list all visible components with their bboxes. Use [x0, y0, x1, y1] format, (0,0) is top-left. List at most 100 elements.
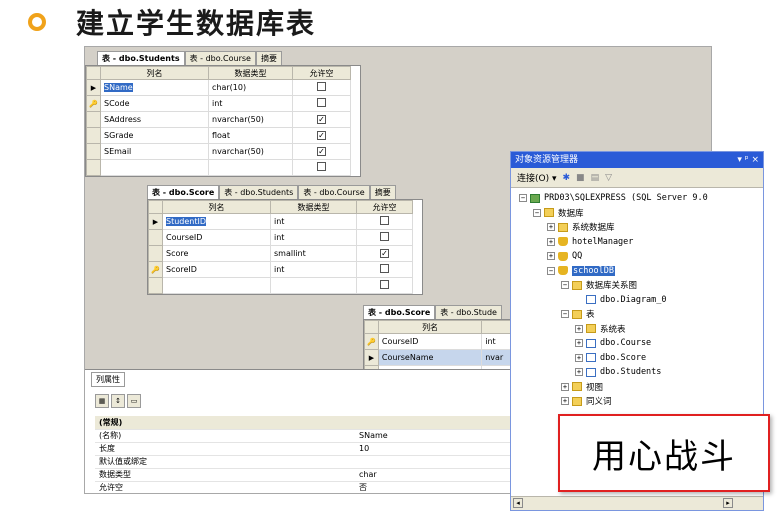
sort-alpha-icon[interactable]: ↕	[111, 394, 125, 408]
tree-node[interactable]: −folder 数据库	[511, 206, 763, 221]
row-selector-icon[interactable]: ▶	[148, 213, 163, 230]
table-row[interactable]: SAddress nvarchar(50) ✓	[86, 111, 351, 128]
tab-course[interactable]: 表 - dbo.Course	[184, 51, 256, 65]
allow-null-checkbox[interactable]: ✓	[317, 147, 326, 156]
tree-node-label[interactable]: 视图	[586, 381, 603, 393]
expand-icon[interactable]: +	[561, 382, 569, 391]
data-type-cell[interactable]: int	[270, 261, 357, 278]
refresh-icon[interactable]: ▤	[591, 173, 600, 183]
scroll-right-icon[interactable]: ▸	[723, 498, 733, 508]
expand-icon[interactable]: +	[575, 339, 583, 348]
column-name-cell[interactable]	[162, 277, 271, 294]
allow-null-checkbox[interactable]	[380, 232, 389, 241]
tab-course[interactable]: 表 - dbo.Course	[298, 185, 370, 199]
collapse-icon[interactable]: −	[561, 281, 569, 290]
tree-node-label[interactable]: PRD03\SQLEXPRESS (SQL Server 9.0	[544, 193, 708, 203]
tab-students[interactable]: 表 - dbo.Stude	[435, 305, 502, 319]
data-type-cell[interactable]: int	[270, 229, 357, 246]
allow-null-checkbox[interactable]	[317, 162, 326, 171]
table-row[interactable]	[86, 159, 351, 176]
row-selector-icon[interactable]: ▶	[364, 349, 379, 366]
tab-column-properties[interactable]: 列属性	[91, 372, 125, 387]
data-type-cell[interactable]	[208, 159, 293, 176]
allow-null-checkbox[interactable]: ✓	[317, 131, 326, 140]
table-row[interactable]: 🔑 ScoreID int	[148, 261, 413, 278]
tab-summary[interactable]: 摘要	[369, 185, 396, 199]
tree-node-label[interactable]: dbo.Course	[600, 338, 651, 348]
column-name-cell[interactable]: Score	[162, 245, 271, 262]
property-row[interactable]: 默认值或绑定	[95, 455, 515, 469]
column-name-cell[interactable]: CourseID	[162, 229, 271, 246]
expand-icon[interactable]: +	[547, 223, 555, 232]
expand-icon[interactable]: +	[547, 237, 555, 246]
data-type-cell[interactable]: float	[208, 127, 293, 144]
tree-node[interactable]: −folder 表	[511, 307, 763, 322]
collapse-icon[interactable]: −	[533, 208, 541, 217]
tree-node[interactable]: +db QQ	[511, 249, 763, 264]
allow-null-checkbox[interactable]	[317, 82, 326, 91]
tree-node-label[interactable]: schoolDB	[572, 265, 615, 276]
column-name-cell[interactable]	[100, 159, 209, 176]
column-name-cell[interactable]: CourseID	[377, 333, 483, 350]
collapse-icon[interactable]: −	[561, 310, 569, 319]
scroll-left-icon[interactable]: ◂	[513, 498, 523, 508]
tree-node[interactable]: −folder 数据库关系图	[511, 278, 763, 293]
filter-icon[interactable]: ▽	[605, 173, 612, 183]
data-type-cell[interactable]: int	[208, 95, 293, 112]
tree-node-label[interactable]: 数据库关系图	[586, 279, 637, 291]
data-type-cell[interactable]: int	[270, 213, 357, 230]
property-category[interactable]: (常规)	[95, 416, 515, 430]
column-name-cell[interactable]: SAddress	[100, 111, 209, 128]
categorized-icon[interactable]: ▦	[95, 394, 109, 408]
tree-node-label[interactable]: hotelManager	[572, 237, 633, 247]
tree-node[interactable]: +folder 视图	[511, 380, 763, 395]
tree-node-label[interactable]: QQ	[572, 251, 582, 261]
tree-node-label[interactable]: 数据库	[558, 207, 584, 219]
column-name-cell[interactable]: ScoreID	[162, 261, 271, 278]
property-row[interactable]: 允许空否	[95, 481, 515, 493]
connect-icon[interactable]: ✱	[563, 173, 571, 183]
tree-node[interactable]: +folder 同义词	[511, 394, 763, 409]
expand-icon[interactable]: +	[561, 397, 569, 406]
table-row[interactable]: Score smallint ✓	[148, 245, 413, 262]
tab-score[interactable]: 表 - dbo.Score	[363, 305, 436, 319]
table-row[interactable]: SGrade float ✓	[86, 127, 351, 144]
tree-node[interactable]: tbl dbo.Diagram_0	[511, 293, 763, 308]
data-type-cell[interactable]: nvarchar(50)	[208, 111, 293, 128]
table-row[interactable]: 🔑 CourseID int	[364, 333, 522, 350]
tab-summary[interactable]: 摘要	[255, 51, 282, 65]
allow-null-checkbox[interactable]	[380, 264, 389, 273]
table-row[interactable]: CourseID int	[148, 229, 413, 246]
panel-controls-icon[interactable]: ▾ ᵖ ×	[737, 152, 759, 168]
column-name-cell[interactable]: SName	[104, 83, 133, 92]
allow-null-checkbox[interactable]	[380, 216, 389, 225]
tab-score[interactable]: 表 - dbo.Score	[147, 185, 220, 199]
connect-button[interactable]: 连接(O) ▾	[517, 171, 557, 184]
tab-students[interactable]: 表 - dbo.Students	[97, 51, 185, 65]
tree-node-label[interactable]: 系统表	[600, 323, 626, 335]
collapse-icon[interactable]: −	[547, 266, 555, 275]
expand-icon[interactable]: +	[575, 368, 583, 377]
tree-node[interactable]: −db schoolDB	[511, 264, 763, 279]
property-row[interactable]: 长度 10	[95, 442, 515, 456]
table-row[interactable]: 🔑 SCode int	[86, 95, 351, 112]
tree-node[interactable]: +folder 系统数据库	[511, 220, 763, 235]
property-row[interactable]: 数据类型 char	[95, 468, 515, 482]
table-row[interactable]: SEmail nvarchar(50) ✓	[86, 143, 351, 160]
data-type-cell[interactable]	[270, 277, 357, 294]
column-name-cell[interactable]: SEmail	[100, 143, 209, 160]
tree-node[interactable]: +tbl dbo.Students	[511, 365, 763, 380]
allow-null-checkbox[interactable]	[380, 280, 389, 289]
table-row[interactable]: ▶ SName char(10)	[86, 79, 351, 96]
row-selector-icon[interactable]: ▶	[86, 79, 101, 96]
tree-node-label[interactable]: 系统数据库	[572, 221, 615, 233]
tree-node[interactable]: +db hotelManager	[511, 235, 763, 250]
horizontal-scrollbar[interactable]: ◂ ▸	[511, 496, 763, 510]
expand-icon[interactable]: +	[575, 353, 583, 362]
tree-node[interactable]: +tbl dbo.Course	[511, 336, 763, 351]
tree-node-label[interactable]: dbo.Score	[600, 353, 646, 363]
data-type-cell[interactable]: char(10)	[208, 79, 293, 96]
tree-node-label[interactable]: 同义词	[586, 395, 612, 407]
table-row[interactable]: ▶ StudentID int	[148, 213, 413, 230]
allow-null-checkbox[interactable]	[317, 98, 326, 107]
